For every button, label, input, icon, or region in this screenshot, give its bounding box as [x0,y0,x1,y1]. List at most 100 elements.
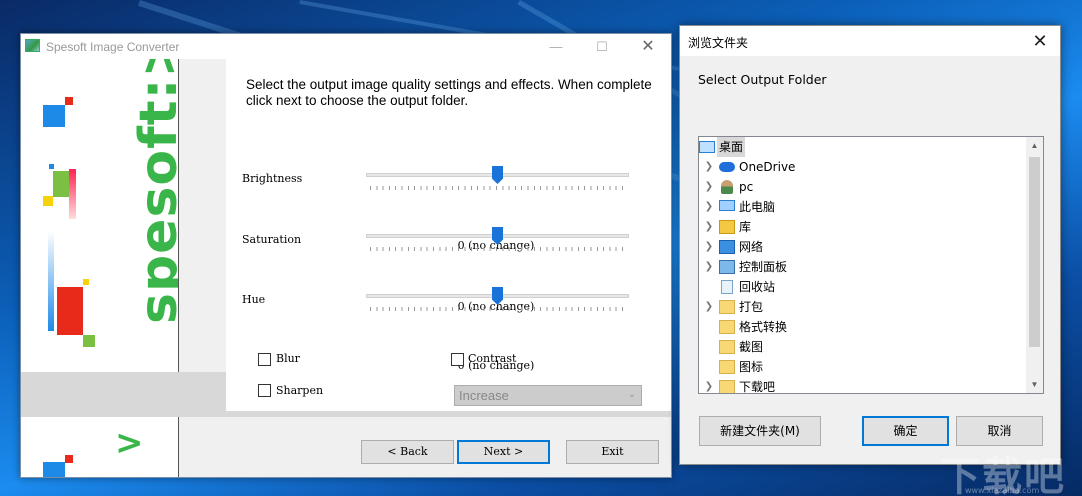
tree-item-label: 格式转换 [739,320,788,334]
folder-icon [719,300,735,314]
folder-icon [719,320,735,334]
slider-ticks [370,307,625,311]
chevron-right-icon[interactable]: ❯ [703,297,715,317]
brightness-label: Brightness [242,172,303,185]
sharpen-checkbox[interactable] [258,384,271,397]
next-button[interactable]: Next > [457,440,550,464]
tree-item-library[interactable]: ❯ 库 [699,217,1025,237]
tree-item-recycle-bin[interactable]: 回收站 [699,277,1025,297]
hue-slider[interactable] [366,287,631,317]
brand-square [43,105,65,127]
brightness-slider[interactable] [366,166,631,196]
blur-label: Blur [276,352,300,365]
chevron-right-icon[interactable]: ❯ [703,177,715,197]
ok-button[interactable]: 确定 [862,416,949,446]
maximize-button[interactable]: ☐ [579,34,625,59]
slider-thumb[interactable] [492,227,503,245]
slider-ticks [370,247,625,251]
tree-item-folder[interactable]: 格式转换 [699,317,1025,337]
dialog-title: 浏览文件夹 [688,36,749,50]
contrast-select-value: Increase [459,388,509,403]
chevron-right-icon[interactable]: ❯ [703,237,715,257]
converter-window: Spesoft Image Converter — ☐ ✕ spesoft:> … [20,33,672,478]
folder-icon [719,360,735,374]
tree-scrollbar[interactable]: ▲ ▼ [1026,137,1043,393]
scrollbar-thumb[interactable] [1029,157,1040,347]
brand-square [83,335,95,347]
converter-titlebar[interactable]: Spesoft Image Converter — ☐ ✕ [21,34,671,59]
recycle-bin-icon [721,280,733,294]
brand-square [83,279,89,285]
window-title: Spesoft Image Converter [46,40,180,54]
brand-panel: spesoft:> [21,59,179,372]
minimize-button[interactable]: — [533,34,579,59]
brand-square [65,455,73,463]
tree-item-label: 下载吧 [739,380,776,394]
chevron-right-icon[interactable]: ❯ [703,157,715,177]
brand-square [53,171,69,197]
folder-tree[interactable]: 桌面 ❯ OneDrive ❯ pc ❯ 此电脑 ❯ 库 ❯ 网络 ❯ 控制面板… [698,136,1044,394]
tree-item-control-panel[interactable]: ❯ 控制面板 [699,257,1025,277]
tree-item-label: 回收站 [739,280,776,294]
chevron-right-icon[interactable]: ❯ [703,377,715,393]
library-icon [719,220,735,234]
exit-button[interactable]: Exit [566,440,659,464]
watermark-url: www.xiazaiba.com [965,486,1040,495]
tree-item-label: 截图 [739,340,764,354]
desktop-icon [699,141,715,153]
scroll-up-icon[interactable]: ▲ [1026,137,1043,154]
instructions-text: Select the output image quality settings… [246,77,652,108]
slider-thumb[interactable] [492,166,503,184]
blur-checkbox[interactable] [258,353,271,366]
tree-item-desktop[interactable]: 桌面 [699,137,1025,157]
dialog-titlebar[interactable]: 浏览文件夹 ✕ [680,26,1060,56]
saturation-slider[interactable] [366,227,631,257]
cloud-icon [719,162,735,172]
brand-square [65,97,73,105]
computer-icon [719,200,735,211]
brand-square [57,287,83,335]
tree-item-this-pc[interactable]: ❯ 此电脑 [699,197,1025,217]
contrast-checkbox[interactable] [451,353,464,366]
contrast-label: Contrast [468,352,517,365]
tree-item-label: 桌面 [717,137,746,157]
tree-item-label: 库 [739,220,752,234]
back-button[interactable]: < Back [361,440,454,464]
brand-square [69,169,76,219]
brand-square [48,231,54,331]
cancel-button[interactable]: 取消 [956,416,1043,446]
new-folder-button[interactable]: 新建文件夹(M) [699,416,821,446]
settings-panel: Select the output image quality settings… [226,59,671,411]
network-icon [719,240,735,254]
tree-item-folder[interactable]: 截图 [699,337,1025,357]
tree-item-onedrive[interactable]: ❯ OneDrive [699,157,1025,177]
slider-thumb[interactable] [492,287,503,305]
tree-item-label: OneDrive [739,160,796,174]
saturation-label: Saturation [242,233,302,246]
brand-square [43,196,53,206]
chevron-right-icon[interactable]: ❯ [703,217,715,237]
chevron-right-icon[interactable]: ❯ [703,197,715,217]
dialog-prompt: Select Output Folder [698,72,827,87]
brand-square [49,164,54,169]
tree-item-label: pc [739,180,754,194]
user-icon [721,180,733,194]
tree-item-label: 图标 [739,360,764,374]
slider-ticks [370,186,625,190]
close-button[interactable]: ✕ [625,34,671,59]
tree-item-network[interactable]: ❯ 网络 [699,237,1025,257]
tree-item-folder[interactable]: ❯ 下载吧 [699,377,1025,394]
app-icon [25,39,40,52]
scroll-down-icon[interactable]: ▼ [1026,376,1043,393]
chevron-right-icon[interactable]: ❯ [703,257,715,277]
tree-item-folder[interactable]: ❯ 打包 [699,297,1025,317]
hue-label: Hue [242,293,266,306]
tree-item-pc-user[interactable]: ❯ pc [699,177,1025,197]
tree-item-folder[interactable]: 图标 [699,357,1025,377]
contrast-select[interactable]: Increase ⌄ [454,385,642,406]
dialog-close-button[interactable]: ✕ [1020,26,1060,56]
folder-icon [719,380,735,393]
tree-item-label: 控制面板 [739,260,788,274]
sharpen-label: Sharpen [276,384,324,397]
brand-square [43,462,65,477]
